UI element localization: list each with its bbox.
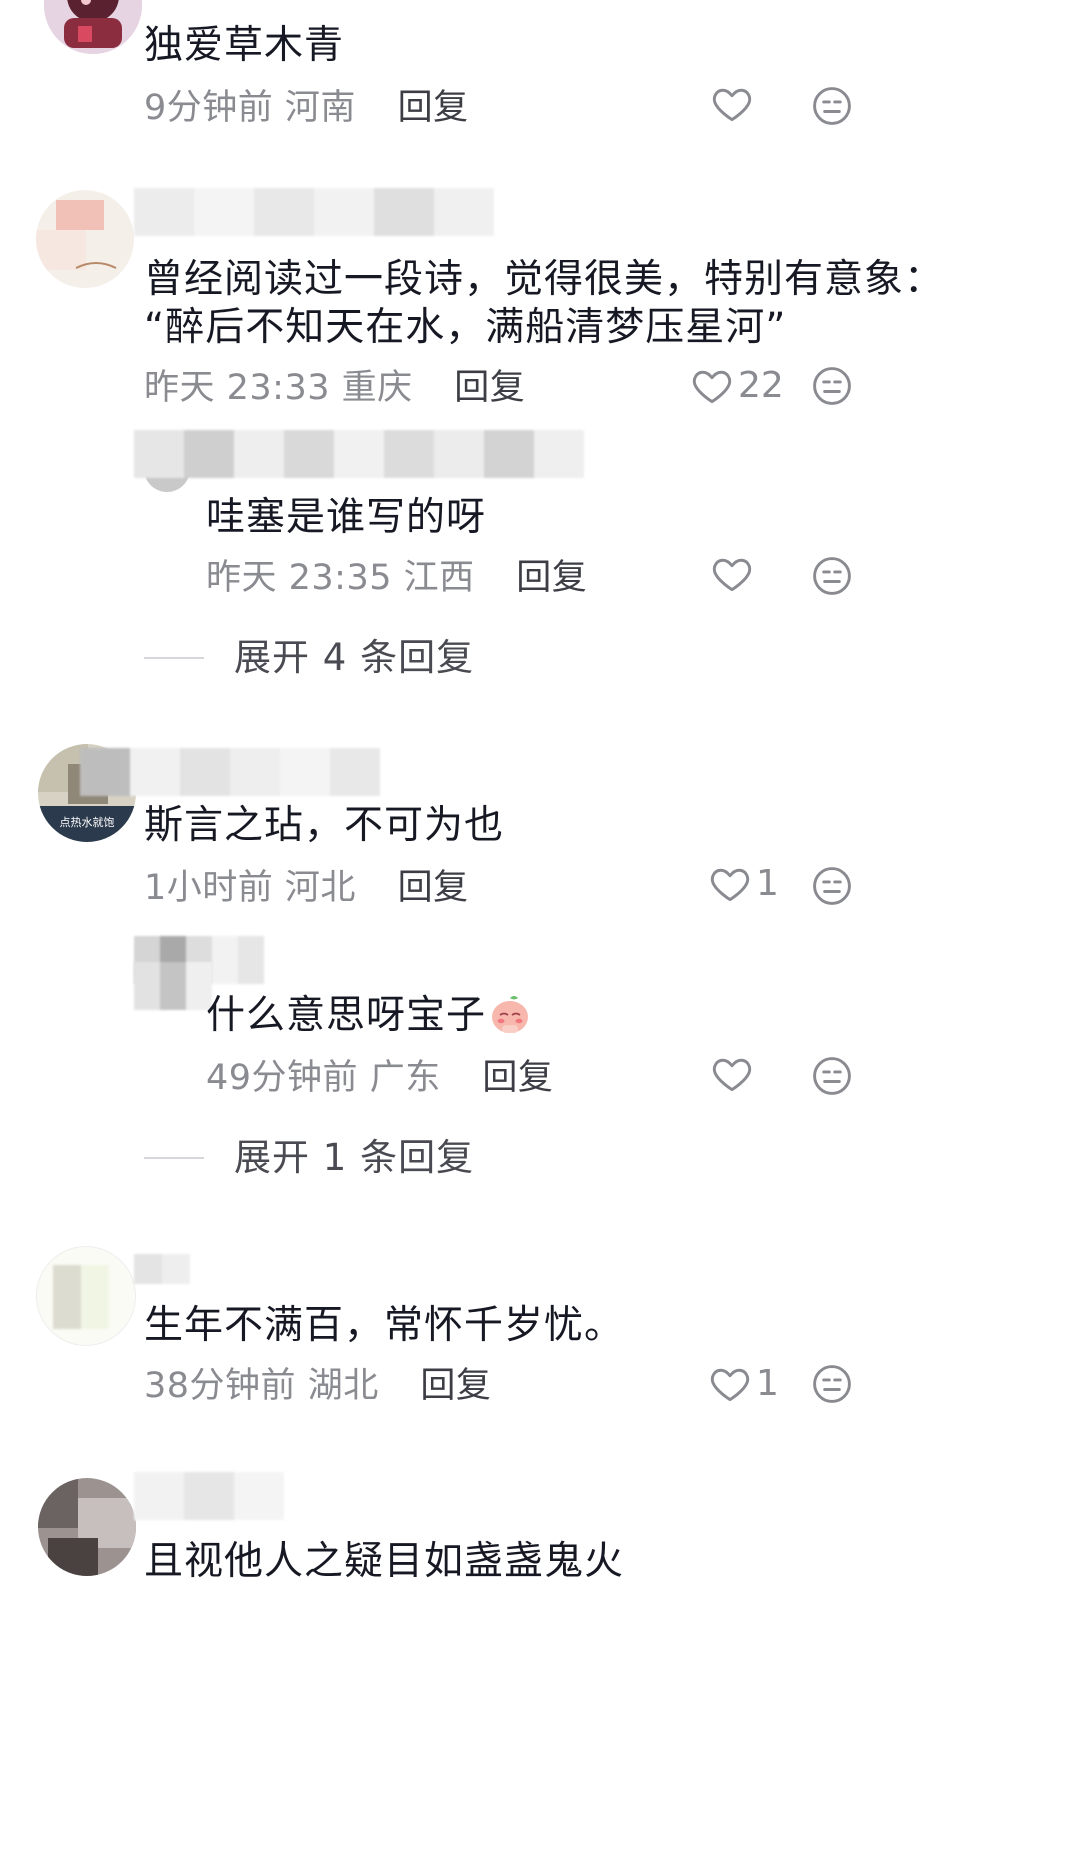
- shy-peach-emoji: [492, 996, 529, 1033]
- avatar[interactable]: [44, 0, 142, 54]
- meh-face-icon[interactable]: [810, 554, 854, 598]
- reply-button[interactable]: 回复: [516, 558, 587, 598]
- meh-face-icon[interactable]: [810, 84, 854, 128]
- expand-replies-label: 展开 1 条回复: [234, 1136, 475, 1179]
- heart-outline-icon: [712, 1058, 752, 1092]
- heart-outline-icon: [692, 370, 732, 404]
- reply-text: 什么意思呀宝子: [206, 988, 532, 1044]
- like-button[interactable]: [710, 82, 754, 126]
- comment-meta: 38分钟前 湖北 回复: [144, 1362, 491, 1410]
- reply-meta: 昨天 23:35 江西 回复: [206, 554, 587, 602]
- like-count: 1: [756, 863, 779, 904]
- meh-face-icon[interactable]: [810, 864, 854, 908]
- reply-button[interactable]: 回复: [420, 1366, 491, 1406]
- reply-region: 广东: [369, 1058, 441, 1098]
- username-blurred: [134, 430, 584, 478]
- expand-replies-button[interactable]: 展开 4 条回复: [144, 634, 474, 682]
- heart-outline-icon: [710, 868, 750, 902]
- reply-button[interactable]: 回复: [482, 1058, 553, 1098]
- like-button[interactable]: 1: [708, 860, 779, 908]
- reply-time: 49分钟前: [206, 1058, 359, 1098]
- comment-text: 生年不满百，常怀千岁忧。: [144, 1303, 625, 1348]
- comment-time: 昨天 23:33: [144, 368, 330, 408]
- reply-meta: 49分钟前 广东 回复: [206, 1054, 553, 1102]
- heart-outline-icon: [710, 1368, 750, 1402]
- comment-meta: 1小时前 河北 回复: [144, 864, 469, 912]
- like-count: 22: [738, 365, 784, 406]
- heart-outline-icon: [712, 88, 752, 122]
- meh-face-icon[interactable]: [810, 1054, 854, 1098]
- like-button[interactable]: 22: [690, 362, 784, 410]
- like-count: 1: [756, 1363, 779, 1404]
- comment-text-line2: “醉后不知天在水，满船清梦压星河”: [144, 305, 787, 350]
- username-blurred: [134, 188, 494, 236]
- comment-time: 38分钟前: [144, 1366, 297, 1406]
- avatar-blurred: [134, 962, 212, 1010]
- heart-outline-icon: [712, 558, 752, 592]
- meh-face-icon[interactable]: [810, 1362, 854, 1406]
- like-button[interactable]: [710, 552, 754, 596]
- comment-region: 河南: [284, 88, 356, 128]
- avatar[interactable]: [36, 1246, 136, 1346]
- comment-meta: 9分钟前 河南 回复: [144, 84, 469, 132]
- reply-text: 哇塞是谁写的呀: [206, 495, 487, 540]
- meh-face-icon[interactable]: [810, 364, 854, 408]
- comment-text: 斯言之玷，不可为也: [144, 803, 505, 848]
- comment-region: 河北: [284, 868, 356, 908]
- divider-line: [144, 657, 204, 659]
- reply-button[interactable]: 回复: [454, 368, 525, 408]
- comment-region: 重庆: [341, 368, 413, 408]
- expand-replies-button[interactable]: 展开 1 条回复: [144, 1134, 474, 1182]
- reply-region: 江西: [403, 558, 475, 598]
- username-blurred: [80, 748, 380, 796]
- username-blurred: [134, 1472, 284, 1520]
- like-button[interactable]: [710, 1052, 754, 1096]
- like-button[interactable]: 1: [708, 1360, 779, 1408]
- reply-button[interactable]: 回复: [398, 88, 469, 128]
- username-blurred: [134, 1254, 190, 1284]
- avatar[interactable]: [36, 190, 134, 288]
- comment-text: 独爱草木青: [144, 23, 345, 68]
- comment-meta: 昨天 23:33 重庆 回复: [144, 364, 525, 412]
- expand-replies-label: 展开 4 条回复: [234, 636, 475, 679]
- avatar-caption: 点热水就饱: [60, 815, 115, 829]
- divider-line: [144, 1157, 204, 1159]
- reply-text-content: 什么意思呀宝子: [206, 993, 487, 1038]
- comment-time: 9分钟前: [144, 88, 274, 128]
- reply-time: 昨天 23:35: [206, 558, 392, 598]
- avatar[interactable]: [38, 1478, 136, 1576]
- comment-time: 1小时前: [144, 868, 274, 908]
- comment-text: 且视他人之疑目如盏盏鬼火: [144, 1539, 625, 1584]
- reply-button[interactable]: 回复: [398, 868, 469, 908]
- comment-region: 湖北: [307, 1366, 379, 1406]
